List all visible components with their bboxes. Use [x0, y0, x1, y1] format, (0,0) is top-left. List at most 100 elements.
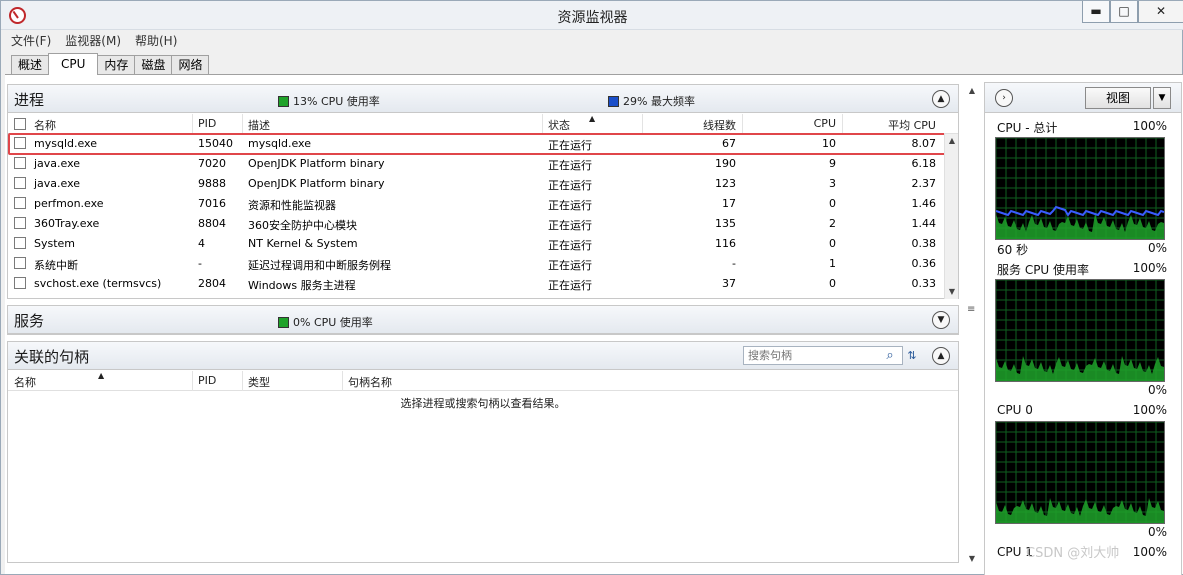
process-name: svchost.exe (termsvcs) [34, 277, 162, 290]
process-pid: 4 [198, 237, 205, 250]
services-cpu-legend-icon [278, 316, 289, 328]
menu-help[interactable]: 帮助(H) [135, 32, 177, 50]
view-button[interactable]: 视图 [1085, 87, 1151, 109]
cpu-usage-legend-icon [278, 95, 289, 107]
process-name: mysqld.exe [34, 137, 97, 150]
col-threads[interactable]: 线程数 [648, 117, 736, 133]
col-handle-title[interactable]: 句柄名称 [348, 374, 392, 390]
tab-overview[interactable]: 概述 [11, 55, 50, 75]
graph-canvas [996, 138, 1164, 239]
col-average-cpu[interactable]: 平均 CPU [848, 117, 936, 133]
process-status: 正在运行 [548, 239, 592, 252]
graph-min-label: 0% [1147, 383, 1167, 397]
refresh-search-icon[interactable]: ⇅ [903, 347, 921, 364]
graph-title: CPU 0 [997, 403, 1033, 417]
process-pid: 7020 [198, 157, 226, 170]
cpu-graph [995, 137, 1165, 240]
process-row[interactable]: java.exe 7020 OpenJDK Platform binary 正在运行 1… [8, 153, 944, 173]
process-cpu: 10 [822, 137, 836, 150]
processes-section: 进程 13% CPU 使用率 29% 最大频率 ▲ 名称 PID 描述 状态 ▲… [7, 84, 959, 299]
minimize-button[interactable]: ▬ [1082, 1, 1110, 23]
process-average-cpu: 1.46 [911, 197, 937, 210]
resource-monitor-window: 资源监视器 ▬ □ ✕ 文件(F) 监视器(M) 帮助(H) 概述 CPU 内存… [0, 0, 1183, 575]
max-frequency-legend: 29% 最大频率 [623, 95, 695, 108]
tab-disk[interactable]: 磁盘 [134, 55, 173, 75]
col-name[interactable]: 名称 [34, 117, 56, 133]
process-row[interactable]: java.exe 9888 OpenJDK Platform binary 正在运行 1… [8, 173, 944, 193]
scroll-up-arrow[interactable]: ▲ [945, 134, 959, 148]
process-pid: - [198, 257, 202, 270]
process-description: OpenJDK Platform binary [248, 177, 385, 190]
pane-scrollbar[interactable]: ▲ ≡ ▼ [963, 82, 981, 575]
process-row[interactable]: mysqld.exe 15040 mysqld.exe 正在运行 67 10 8.07 [8, 133, 944, 155]
select-all-checkbox[interactable] [14, 118, 26, 130]
services-section: 服务 0% CPU 使用率 ▼ [7, 305, 959, 335]
cpu-graph [995, 421, 1165, 524]
scroll-down-arrow[interactable]: ▼ [945, 285, 959, 299]
process-row[interactable]: perfmon.exe 7016 资源和性能监视器 正在运行 17 0 1.46 [8, 193, 944, 213]
collapse-processes-button[interactable]: ▲ [932, 90, 950, 108]
process-checkbox[interactable] [14, 157, 26, 169]
graph-title: CPU - 总计 [997, 121, 1058, 135]
pane-scroll-down-arrow[interactable]: ▼ [965, 552, 979, 566]
process-threads: 17 [722, 197, 736, 210]
process-description: 资源和性能监视器 [248, 199, 336, 212]
process-cpu: 9 [829, 157, 836, 170]
process-pid: 15040 [198, 137, 233, 150]
process-row[interactable]: 360Tray.exe 8804 360安全防护中心模块 正在运行 135 2 1.44 [8, 213, 944, 233]
expand-services-button[interactable]: ▼ [932, 311, 950, 329]
col-description[interactable]: 描述 [248, 117, 270, 133]
process-checkbox[interactable] [14, 177, 26, 189]
handles-header[interactable]: 关联的句柄 ⌕ ⇅ ▲ [8, 342, 958, 370]
graphs-pane: › 视图 ▼ CPU - 总计 100% 60 秒 0% 服务 CPU 使用率 100% 0… [984, 82, 1182, 575]
process-threads: 190 [715, 157, 736, 170]
handles-section: 关联的句柄 ⌕ ⇅ ▲ 名称 ▲ PID 类型 句柄名称 选择进程或搜索句柄以查… [7, 341, 959, 563]
graph-time-label: 60 秒 [997, 243, 1029, 257]
process-pid: 8804 [198, 217, 226, 230]
process-cpu: 0 [829, 197, 836, 210]
col-cpu[interactable]: CPU [748, 117, 836, 130]
process-checkbox[interactable] [14, 197, 26, 209]
process-average-cpu: 2.37 [911, 177, 937, 190]
process-checkbox[interactable] [14, 237, 26, 249]
search-icon[interactable]: ⌕ [881, 347, 899, 364]
col-handle-name[interactable]: 名称 [14, 374, 36, 390]
search-handles-input[interactable] [743, 346, 903, 365]
close-button[interactable]: ✕ [1138, 1, 1183, 23]
process-row[interactable]: svchost.exe (termsvcs) 2804 Windows 服务主进程 正… [8, 273, 944, 293]
menu-monitor[interactable]: 监视器(M) [65, 32, 121, 50]
col-handle-pid[interactable]: PID [198, 374, 216, 387]
pane-scroll-up-arrow[interactable]: ▲ [965, 84, 979, 98]
process-description: NT Kernel & System [248, 237, 358, 250]
handles-empty-message: 选择进程或搜索句柄以查看结果。 [400, 397, 566, 410]
tab-memory[interactable]: 内存 [97, 55, 136, 75]
tab-cpu[interactable]: CPU [48, 53, 99, 75]
collapse-graphs-button[interactable]: › [995, 89, 1013, 107]
process-checkbox[interactable] [14, 137, 26, 149]
process-checkbox[interactable] [14, 257, 26, 269]
col-pid[interactable]: PID [198, 117, 216, 130]
menu-file[interactable]: 文件(F) [11, 32, 51, 50]
process-threads: 116 [715, 237, 736, 250]
splitter-grip-icon[interactable]: ≡ [967, 304, 975, 315]
process-checkbox[interactable] [14, 277, 26, 289]
graphs-toolbar: › 视图 ▼ [985, 83, 1181, 113]
view-dropdown-arrow[interactable]: ▼ [1153, 87, 1171, 109]
processes-header[interactable]: 进程 13% CPU 使用率 29% 最大频率 ▲ [8, 85, 958, 113]
col-handle-type[interactable]: 类型 [248, 374, 270, 390]
process-list-scrollbar[interactable]: ▲ ▼ [944, 134, 958, 299]
graph-max-label: 100% [1132, 403, 1167, 417]
services-header[interactable]: 服务 0% CPU 使用率 ▼ [8, 306, 958, 334]
process-checkbox[interactable] [14, 217, 26, 229]
maximize-button[interactable]: □ [1110, 1, 1138, 23]
process-row[interactable]: System 4 NT Kernel & System 正在运行 116 0 0.38 [8, 233, 944, 253]
sort-ascending-icon: ▲ [98, 371, 105, 380]
col-status[interactable]: 状态 [548, 117, 570, 133]
graph-canvas [996, 280, 1164, 381]
tab-network[interactable]: 网络 [171, 55, 210, 75]
process-name: 360Tray.exe [34, 217, 100, 230]
services-cpu-legend: 0% CPU 使用率 [293, 316, 373, 329]
process-row[interactable]: 系统中断 - 延迟过程调用和中断服务例程 正在运行 - 1 0.36 [8, 253, 944, 273]
collapse-handles-button[interactable]: ▲ [932, 347, 950, 365]
handles-title: 关联的句柄 [14, 348, 90, 366]
